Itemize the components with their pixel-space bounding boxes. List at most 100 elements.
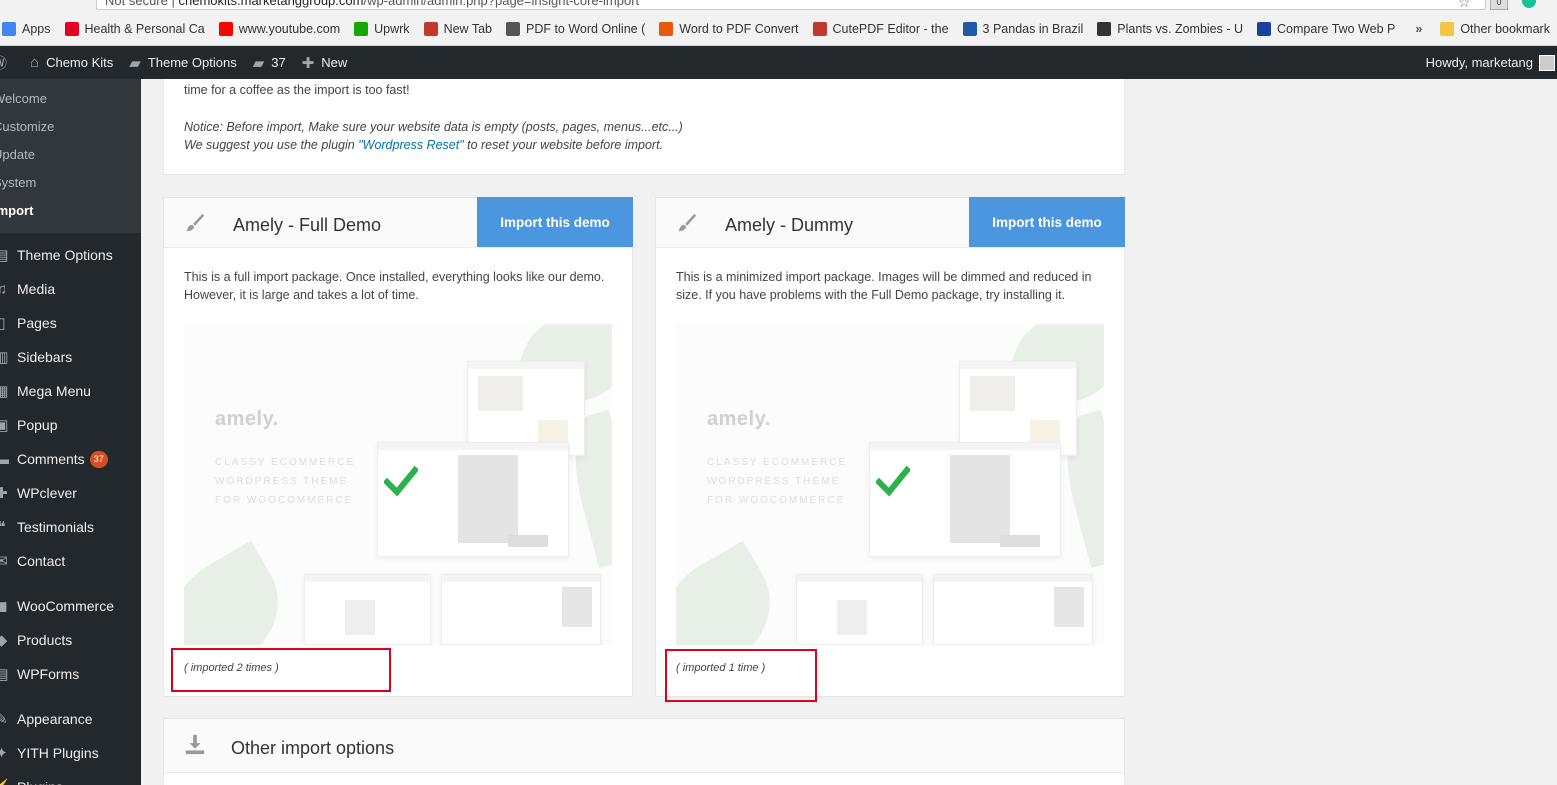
demo-description: This is a full import package. Once inst…: [184, 270, 605, 302]
url-path: /wp-admin/admin.php?page=insight-core-im…: [363, 0, 640, 8]
c-icon: [1257, 21, 1272, 36]
apps-grid-icon: [2, 21, 16, 36]
theme-options-menu[interactable]: ▰ Theme Options: [121, 46, 244, 79]
other-import-panel: Other import options: [163, 718, 1125, 785]
sidebar-item-comments[interactable]: ▬ Comments 37: [0, 442, 141, 476]
youtube-icon: [218, 21, 233, 36]
bookmark-item[interactable]: Plants vs. Zombies - U: [1097, 21, 1243, 36]
wp-logo-menu[interactable]: Ⓦ: [0, 46, 22, 79]
sidebar-item-label: Media: [17, 281, 56, 297]
import-demo-button[interactable]: Import this demo: [969, 197, 1125, 247]
bookmark-item[interactable]: Compare Two Web P: [1257, 21, 1395, 36]
menu-separator: [0, 691, 141, 702]
extension-icon[interactable]: 0: [1490, 0, 1508, 10]
folder-icon: ▤: [0, 247, 9, 264]
checkmark-icon: [384, 465, 418, 497]
demo-card-header: Amely - Full Demo Import this demo: [164, 197, 633, 248]
demo-title: Amely - Dummy: [725, 215, 854, 235]
preview-tagline: FOR WOOCOMMERCE: [215, 495, 354, 506]
sidebar-item-label: Contact: [17, 553, 66, 569]
sidebar-item-label: Theme Options: [17, 247, 113, 263]
sidebar-item-sidebars[interactable]: ▥ Sidebars: [0, 340, 141, 374]
bookmark-item[interactable]: New Tab: [423, 21, 492, 36]
site-name-menu[interactable]: ⌂ Chemo Kits: [22, 46, 121, 79]
testimonials-icon: ❝: [0, 519, 6, 536]
import-intro-panel: time for a coffee as the import is too f…: [163, 79, 1125, 175]
preview-tagline: WORDPRESS THEME: [707, 476, 841, 487]
pvz-icon: [1097, 21, 1112, 36]
sidebar-item-label: Appearance: [17, 711, 93, 727]
sidebar-item-label: Plugins: [17, 779, 63, 785]
demo-card-dummy: Amely - Dummy Import this demo This is a…: [655, 197, 1125, 697]
sidebar-item-wpforms[interactable]: ▤ WPForms: [0, 657, 141, 691]
menu-separator: [0, 578, 141, 589]
popup-icon: ▣: [0, 417, 9, 434]
sidebar-item-theme-options[interactable]: ▤ Theme Options: [0, 238, 141, 272]
sidebar-item-mega-menu[interactable]: ▦ Mega Menu: [0, 374, 141, 408]
pinterest-icon: [64, 21, 79, 36]
comments-icon: ▬: [0, 450, 9, 468]
demo-preview-image: amely. CLASSY ECOMMERCE WORDPRESS THEME …: [676, 324, 1104, 645]
sidebar-item-label: Testimonials: [17, 519, 95, 535]
sidebar-item-label: Sidebars: [17, 349, 73, 365]
highlight-box: [171, 648, 391, 692]
intro-text: time for a coffee as the import is too f…: [184, 83, 410, 97]
comment-count-badge: 37: [89, 450, 108, 468]
url-host: chemokits.marketanggroup.com: [178, 0, 364, 8]
sidebar-item-label: Pages: [17, 315, 57, 331]
new-content-menu[interactable]: ✚ New: [294, 46, 356, 79]
sidebar-item-plugins[interactable]: ⚡ Plugins: [0, 770, 141, 785]
paintbrush-icon: [186, 213, 205, 232]
bookmark-item[interactable]: PDF to Word Online (: [505, 21, 645, 36]
my-account-menu[interactable]: Howdy, marketang: [1426, 54, 1557, 71]
sidebar-item-popup[interactable]: ▣ Popup: [0, 408, 141, 442]
sidebar-item-yith-plugins[interactable]: ✦ YITH Plugins: [0, 736, 141, 770]
preview-brand: amely.: [215, 408, 279, 430]
sidebar-item-media[interactable]: ♫ Media: [0, 272, 141, 306]
sidebar-item-wpclever[interactable]: ✚ WPclever: [0, 476, 141, 510]
more-bookmarks-button[interactable]: »: [1415, 22, 1422, 36]
sidebar-item-pages[interactable]: ▯ Pages: [0, 306, 141, 340]
insight-core-submenu: WelcomeCustomizeUpdateSystemImport: [0, 79, 141, 233]
preview-tagline: WORDPRESS THEME: [215, 476, 349, 487]
suggestion-text: We suggest you use the plugin "Wordpress…: [184, 138, 664, 152]
sidebar-item-testimonials[interactable]: ❝ Testimonials: [0, 510, 141, 544]
bookmark-star-icon[interactable]: ☆: [1458, 0, 1471, 11]
other-import-header[interactable]: Other import options: [164, 719, 1124, 773]
wordpress-reset-link[interactable]: "Wordpress Reset": [358, 138, 463, 152]
notice-text: Notice: Before import, Make sure your we…: [184, 120, 683, 134]
demo-preview-image: amely. CLASSY ECOMMERCE WORDPRESS THEME …: [184, 324, 612, 645]
sidebar-item-contact[interactable]: ✉ Contact: [0, 544, 141, 578]
bookmark-item[interactable]: 3 Pandas in Brazil: [962, 21, 1083, 36]
folder-icon: ▰: [129, 54, 141, 72]
bookmarks-bar: Apps Health & Personal Ca www.youtube.com U…: [0, 12, 1557, 46]
bookmark-item[interactable]: Apps: [2, 21, 51, 36]
submenu-item-customize[interactable]: Customize: [0, 113, 141, 141]
browser-address-strip: Not secure | chemokits.marketanggroup.co…: [0, 0, 1557, 12]
sidebar-item-products[interactable]: ◆ Products: [0, 623, 141, 657]
bookmark-item[interactable]: CutePDF Editor - the: [812, 21, 949, 36]
sidebar-item-appearance[interactable]: ✎ Appearance: [0, 702, 141, 736]
sidebar-item-woocommerce[interactable]: ◼ WooCommerce: [0, 589, 141, 623]
checkmark-icon: [876, 465, 910, 497]
comments-menu[interactable]: ▰ 37: [245, 46, 294, 79]
address-bar[interactable]: Not secure | chemokits.marketanggroup.co…: [96, 0, 1486, 10]
bookmark-item[interactable]: Upwrk: [354, 21, 410, 36]
import-demo-button[interactable]: Import this demo: [477, 197, 633, 247]
submenu-item-update[interactable]: Update: [0, 141, 141, 169]
highlight-box: [665, 649, 817, 702]
grammarly-icon[interactable]: [1522, 0, 1536, 8]
home-icon: ⌂: [30, 54, 40, 71]
media-icon: ♫: [0, 280, 8, 298]
sidebar-item-label: YITH Plugins: [17, 745, 99, 761]
submenu-item-import[interactable]: Import: [0, 197, 141, 225]
bookmark-item[interactable]: Health & Personal Ca: [64, 21, 205, 36]
submenu-item-welcome[interactable]: Welcome: [0, 85, 141, 113]
sidebar-item-label: Mega Menu: [17, 383, 91, 399]
sidebar-item-label: Products: [17, 632, 73, 648]
other-bookmarks[interactable]: Other bookmark: [1440, 21, 1550, 36]
bookmark-item[interactable]: Word to PDF Convert: [659, 21, 799, 36]
preview-tagline: FOR WOOCOMMERCE: [707, 495, 846, 506]
bookmark-item[interactable]: www.youtube.com: [218, 21, 340, 36]
submenu-item-system[interactable]: System: [0, 169, 141, 197]
